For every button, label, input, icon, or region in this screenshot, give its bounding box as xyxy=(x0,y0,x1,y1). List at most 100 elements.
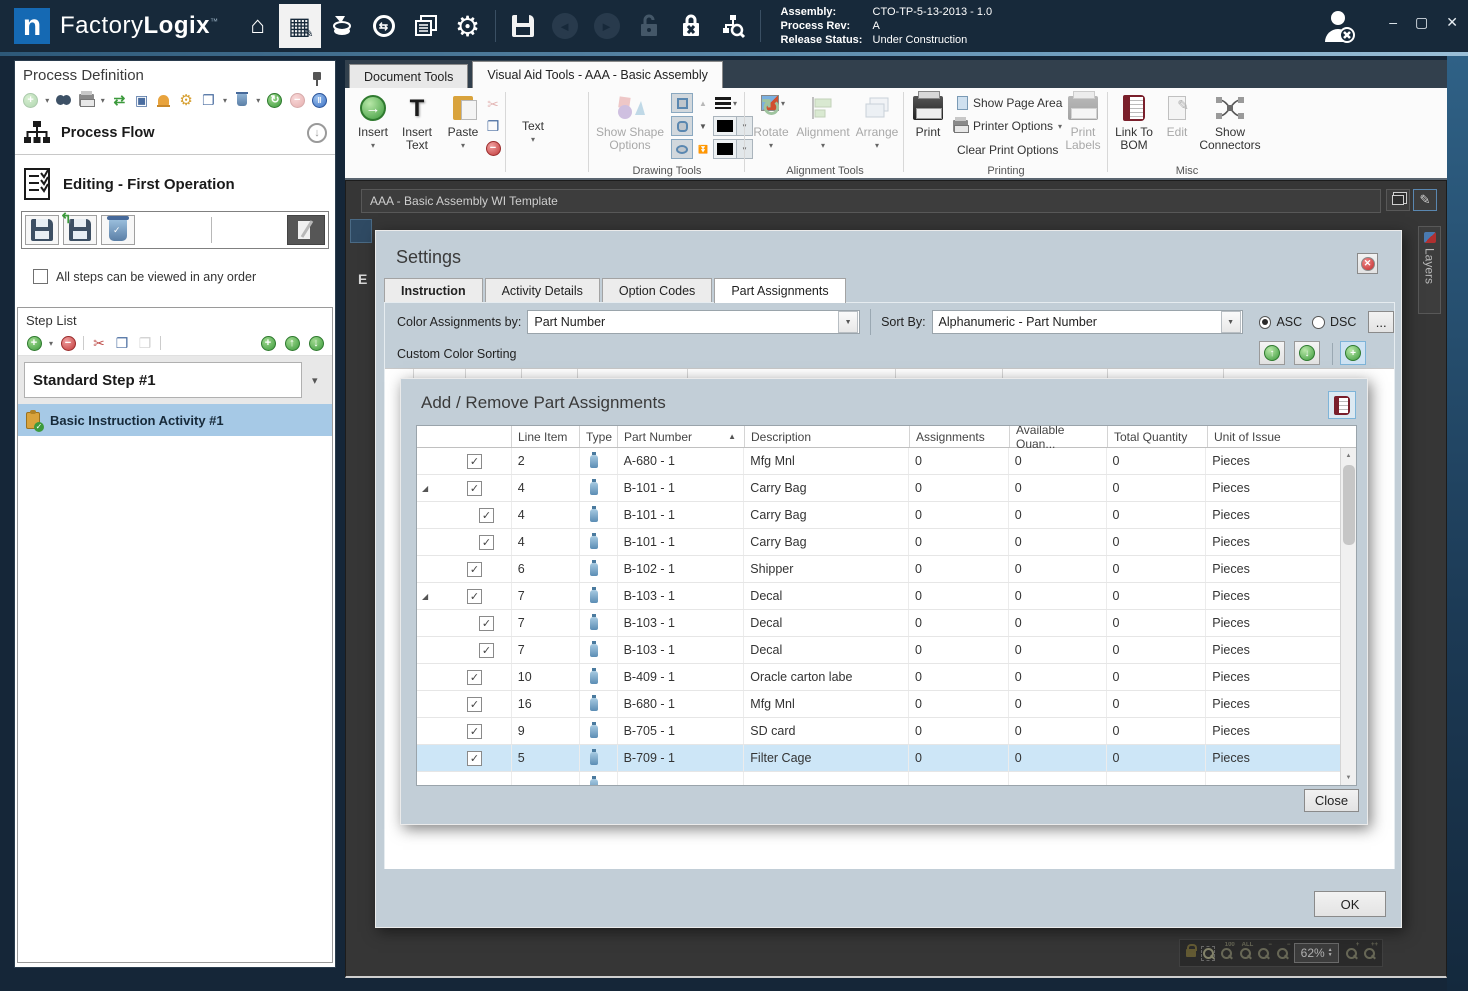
vertical-scrollbar[interactable]: ▲ ▼ xyxy=(1340,448,1356,785)
scroll-down-icon[interactable]: ▼ xyxy=(1341,770,1356,785)
sort-by-dropdown[interactable]: Alphanumeric - Part Number ▼ xyxy=(931,310,1243,334)
presentation-icon[interactable]: ▣ xyxy=(134,92,149,108)
row-checkbox[interactable]: ✓ xyxy=(467,750,482,766)
row-checkbox[interactable]: ✓ xyxy=(467,453,482,469)
tab-instruction[interactable]: Instruction xyxy=(384,278,483,302)
row-checkbox[interactable]: ✓ xyxy=(467,723,482,739)
zoom-all-icon[interactable]: ALL xyxy=(1239,942,1253,960)
zoom-in-icon[interactable]: + xyxy=(1345,942,1359,960)
zoom-100-icon[interactable]: 100 xyxy=(1220,942,1235,960)
zoom-level-spinner[interactable]: 62% ▲ ▼ xyxy=(1294,943,1339,963)
user-logout-icon[interactable] xyxy=(1320,8,1358,49)
move-down-icon[interactable]: ↓ xyxy=(308,335,324,351)
collapse-down-icon[interactable]: ↓ xyxy=(307,123,327,143)
table-row[interactable]: ◢ ✓ 4 B-101 - 1 Carry Bag 0 0 0 Pieces xyxy=(417,475,1340,502)
discard-button[interactable] xyxy=(101,215,135,245)
more-options-button[interactable]: ... xyxy=(1368,311,1394,333)
table-row[interactable]: ✓ 4 B-101 - 1 Carry Bag 0 0 0 Pieces xyxy=(417,529,1340,556)
expand-icon[interactable]: ◢ xyxy=(422,592,428,601)
row-checkbox[interactable]: ✓ xyxy=(467,669,482,685)
table-row[interactable] xyxy=(417,772,1340,785)
table-row[interactable]: ✓ 10 B-409 - 1 Oracle carton labe 0 0 0 … xyxy=(417,664,1340,691)
row-checkbox[interactable]: ✓ xyxy=(479,642,494,658)
add-caret-icon[interactable]: ▾ xyxy=(45,96,49,105)
unlock-icon[interactable] xyxy=(628,4,670,48)
window-close-button[interactable]: ✕ xyxy=(1446,14,1458,31)
zoom-out-icon[interactable]: − xyxy=(1276,942,1290,960)
row-checkbox[interactable]: ✓ xyxy=(479,507,494,523)
canvas-pages-button[interactable] xyxy=(1386,189,1410,211)
table-row[interactable]: ✓ 2 A-680 - 1 Mfg Mnl 0 0 0 Pieces xyxy=(417,448,1340,475)
all-steps-checkbox[interactable] xyxy=(33,269,48,284)
cut-icon[interactable]: ✂ xyxy=(91,335,107,351)
zoom-to-step-icon[interactable]: + xyxy=(260,335,276,351)
move-up-icon[interactable]: ↑ xyxy=(284,335,300,351)
col-select[interactable] xyxy=(417,426,512,447)
zoom-in-big-icon[interactable]: ++ xyxy=(1363,942,1378,960)
scroll-up-icon[interactable]: ▲ xyxy=(1341,448,1356,463)
print-caret-icon[interactable]: ▾ xyxy=(101,96,105,105)
row-checkbox[interactable]: ✓ xyxy=(479,534,494,550)
col-line-item[interactable]: Line Item xyxy=(512,426,580,447)
materials-icon[interactable] xyxy=(321,4,363,48)
tab-part-assignments[interactable]: Part Assignments xyxy=(714,278,846,303)
table-row[interactable]: ◢ ✓ 7 B-103 - 1 Decal 0 0 0 Pieces xyxy=(417,583,1340,610)
add-step-caret-icon[interactable]: ▾ xyxy=(49,339,53,348)
add-step-icon[interactable]: + xyxy=(26,335,42,351)
table-row[interactable]: ✓ 4 B-101 - 1 Carry Bag 0 0 0 Pieces xyxy=(417,502,1340,529)
back-icon[interactable]: ◄ xyxy=(544,4,586,48)
row-checkbox[interactable]: ✓ xyxy=(467,588,482,604)
asc-radio[interactable] xyxy=(1258,315,1272,329)
table-row[interactable]: ✓ 9 B-705 - 1 SD card 0 0 0 Pieces xyxy=(417,718,1340,745)
scrollbar-thumb[interactable] xyxy=(1343,465,1355,545)
remove-step-icon[interactable]: − xyxy=(60,335,76,351)
transfer-icon[interactable]: ⇆ xyxy=(363,4,405,48)
canvas-edit-button[interactable]: ✎ xyxy=(1413,189,1437,211)
pin-icon[interactable] xyxy=(313,71,321,86)
remove-icon[interactable]: − xyxy=(289,92,305,108)
pause-icon[interactable]: ‖ xyxy=(311,92,327,108)
text-button[interactable]: Text ▾ xyxy=(513,91,553,163)
export-caret-icon[interactable]: ▾ xyxy=(223,96,227,105)
swap-icon[interactable]: ⇄ xyxy=(112,92,127,108)
col-type[interactable]: Type xyxy=(580,426,618,447)
col-available-quantity[interactable]: Available Quan... xyxy=(1010,426,1108,451)
zoom-out-small-icon[interactable]: − xyxy=(1257,942,1272,960)
alert-bell-icon[interactable] xyxy=(156,92,171,108)
sort-move-down-button[interactable]: ↓ xyxy=(1294,341,1320,365)
sort-move-up-button[interactable]: ↑ xyxy=(1259,341,1285,365)
print-icon[interactable] xyxy=(78,91,95,108)
save-icon[interactable] xyxy=(502,4,544,48)
options-gear-icon[interactable]: ⚙ xyxy=(179,92,194,109)
color-assignments-dropdown[interactable]: Part Number ▼ xyxy=(527,310,861,334)
refresh-icon[interactable]: ↻ xyxy=(267,92,283,108)
layers-tab[interactable]: Layers xyxy=(1418,226,1441,314)
audit-trail-icon[interactable] xyxy=(712,4,754,48)
table-row[interactable]: ✓ 16 B-680 - 1 Mfg Mnl 0 0 0 Pieces xyxy=(417,691,1340,718)
documents-icon[interactable] xyxy=(405,4,447,48)
insert-text-button[interactable]: T Insert Text xyxy=(395,91,439,163)
tab-option-codes[interactable]: Option Codes xyxy=(601,278,713,302)
cut-icon[interactable]: ✂ xyxy=(485,96,501,112)
paste-icon[interactable]: ❐ xyxy=(137,335,153,351)
lock-override-icon[interactable] xyxy=(670,4,712,48)
paste-button[interactable]: Paste ▾ xyxy=(441,91,485,163)
activity-row-selected[interactable]: Basic Instruction Activity #1 xyxy=(18,404,332,436)
row-checkbox[interactable]: ✓ xyxy=(467,480,482,496)
delete-icon[interactable] xyxy=(234,92,249,108)
delete-object-icon[interactable]: − xyxy=(485,140,501,156)
window-minimize-button[interactable]: – xyxy=(1389,14,1397,31)
settings-close-icon[interactable]: ✕ xyxy=(1357,253,1378,274)
row-checkbox[interactable]: ✓ xyxy=(479,615,494,631)
save-import-button[interactable]: ↰ xyxy=(60,210,97,245)
open-bom-button[interactable] xyxy=(1328,391,1356,419)
col-assignments[interactable]: Assignments xyxy=(910,426,1010,447)
close-button[interactable]: Close xyxy=(1304,789,1359,812)
row-checkbox[interactable]: ✓ xyxy=(467,696,482,712)
add-assignment-button[interactable]: + xyxy=(1340,341,1366,365)
col-description[interactable]: Description xyxy=(745,426,910,447)
ok-button[interactable]: OK xyxy=(1314,891,1386,917)
zoom-marquee-icon[interactable] xyxy=(1200,945,1216,961)
table-row[interactable]: ✓ 5 B-709 - 1 Filter Cage 0 0 0 Pieces xyxy=(417,745,1340,772)
tab-document-tools[interactable]: Document Tools xyxy=(349,64,469,88)
